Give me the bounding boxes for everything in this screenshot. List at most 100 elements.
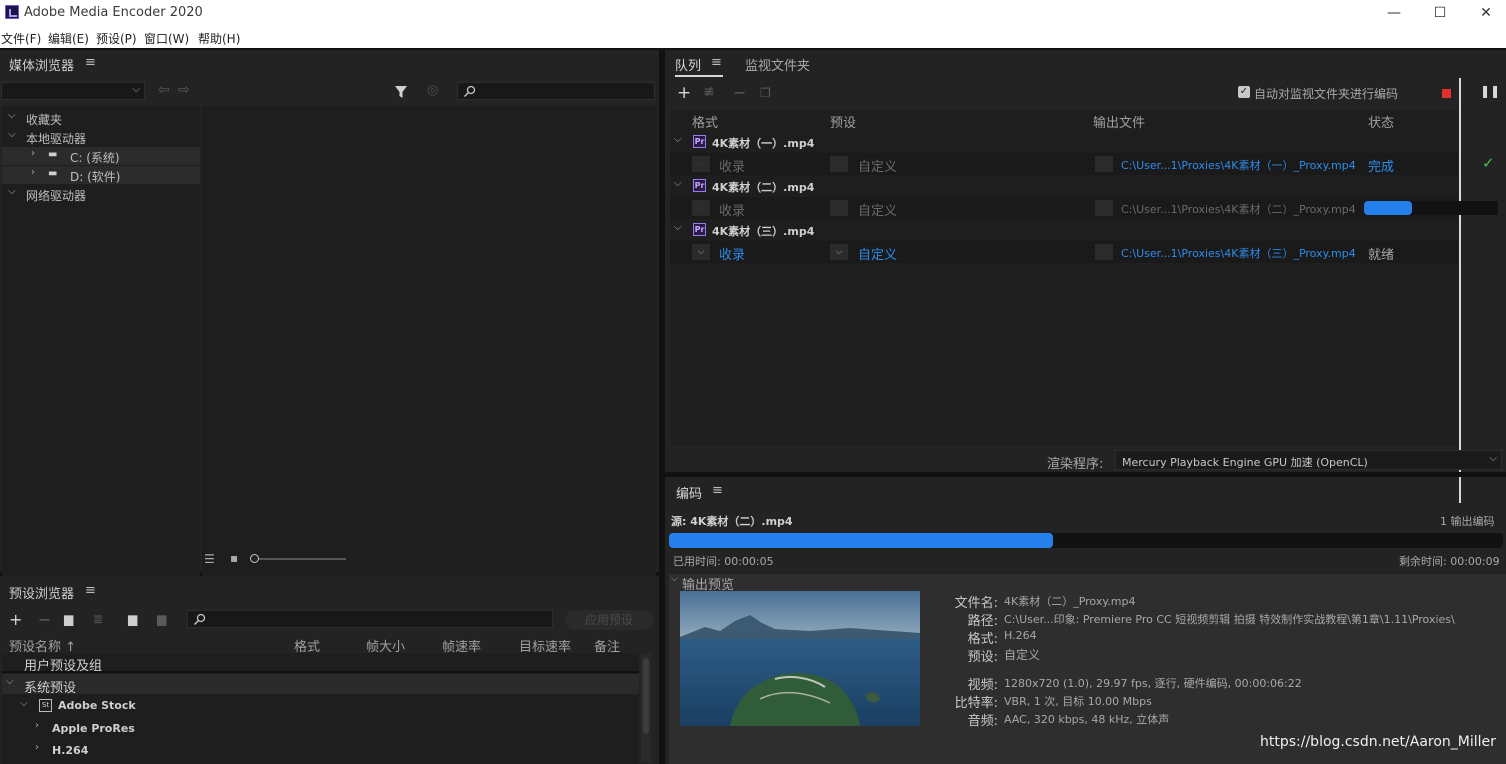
- output-dropdown[interactable]: ⌵: [1095, 244, 1113, 260]
- format-dropdown[interactable]: ⌵: [692, 156, 710, 172]
- view-icon[interactable]: ◎: [427, 83, 438, 98]
- export-icon[interactable]: ▆: [157, 612, 166, 626]
- preset-list: 用户预设及组 ⌵ 系统预设 ⌵ St Adobe Stock › Apple P…: [2, 653, 639, 764]
- scrollbar[interactable]: [641, 654, 651, 762]
- media-browser-panel: 媒体浏览器 ≡ ⌵ ⇦ ⇨ ◎ ⌵ 收藏夹 ⌵ 本地驱动器 › ▬ C: (系统…: [0, 50, 659, 596]
- queue-source-row[interactable]: ⌵ Pr 4K素材（二）.mp4: [670, 176, 1458, 196]
- filter-icon[interactable]: [394, 84, 410, 100]
- add-source-icon[interactable]: +: [677, 83, 691, 103]
- chevron-down-icon[interactable]: ⌵: [674, 178, 682, 189]
- col-output-file[interactable]: 输出文件: [1093, 112, 1145, 131]
- list-item[interactable]: 用户预设及组: [2, 653, 639, 674]
- stop-button[interactable]: [1442, 89, 1451, 98]
- chevron-down-icon[interactable]: ⌵: [674, 222, 682, 233]
- slider-handle[interactable]: [250, 554, 259, 563]
- preset-search-input[interactable]: [187, 610, 553, 628]
- queue-source-row[interactable]: ⌵ Pr 4K素材（三）.mp4: [670, 220, 1458, 240]
- list-item[interactable]: ⌵ 系统预设: [2, 674, 639, 696]
- col-format[interactable]: 格式: [692, 112, 718, 131]
- premiere-icon: Pr: [693, 223, 706, 236]
- zoom-slider[interactable]: [250, 554, 346, 563]
- search-icon: [464, 85, 476, 97]
- output-file-link[interactable]: C:\User...1\Proxies\4K素材（三）_Proxy.mp4: [1121, 245, 1356, 261]
- adobe-stock-icon: St: [39, 699, 52, 712]
- queue-output-row[interactable]: ⌵ 收录 ⌵ 自定义 ⌵ C:\User...1\Proxies\4K素材（一）…: [670, 153, 1495, 175]
- title-bar: Adobe Media Encoder 2020 — ☐ ✕: [0, 0, 1506, 27]
- elapsed-time: 已用时间: 00:00:05: [673, 555, 774, 568]
- output-file-link[interactable]: C:\User...1\Proxies\4K素材（二）_Proxy.mp4: [1121, 201, 1356, 217]
- queue-output-row[interactable]: ⌵ 收录 ⌵ 自定义 ⌵ C:\User...1\Proxies\4K素材（二）…: [670, 197, 1498, 219]
- new-group-icon[interactable]: ▆: [64, 612, 73, 626]
- output-dropdown[interactable]: ⌵: [1095, 156, 1113, 172]
- close-button[interactable]: ✕: [1463, 0, 1506, 27]
- maximize-button[interactable]: ☐: [1417, 0, 1463, 27]
- encoding-progress-bar: [669, 533, 1503, 548]
- list-item[interactable]: › H.264: [2, 740, 639, 760]
- renderer-dropdown[interactable]: Mercury Playback Engine GPU 加速 (OpenCL) …: [1115, 450, 1502, 470]
- encoding-progress-fill: [669, 533, 1053, 548]
- back-arrow-icon[interactable]: ⇦: [158, 82, 170, 98]
- preset-browser-panel: 预设浏览器 ≡ + − ▆ ≣ ▆ ▆ 应用预设 预设名称 ↑ 格式 帧大小 帧…: [0, 576, 659, 764]
- remove-icon[interactable]: −: [733, 83, 746, 102]
- app-icon: [5, 5, 19, 19]
- encoding-outputs-count: 1 输出编码: [1440, 515, 1495, 528]
- queue-output-row[interactable]: ⌵ 收录 ⌵ 自定义 ⌵ C:\User...1\Proxies\4K素材（三）…: [670, 241, 1458, 263]
- tree-item-local-drives[interactable]: ⌵ 本地驱动器: [2, 128, 200, 146]
- preset-dropdown[interactable]: ⌵: [830, 156, 848, 172]
- chevron-down-icon[interactable]: ⌵: [674, 134, 682, 145]
- queue-source-row[interactable]: ⌵ Pr 4K素材（一）.mp4: [670, 132, 1458, 152]
- panel-menu-icon[interactable]: ≡: [712, 483, 723, 498]
- col-preset[interactable]: 预设: [830, 112, 856, 131]
- search-icon: [194, 613, 206, 625]
- media-search-input[interactable]: [457, 82, 655, 100]
- tab-watch-folders[interactable]: 监视文件夹: [745, 55, 810, 74]
- queue-divider-line: [1459, 78, 1461, 472]
- menu-file[interactable]: 文件(F): [1, 30, 41, 47]
- remove-icon[interactable]: −: [38, 610, 51, 629]
- preview-thumbnail: [680, 591, 920, 726]
- list-view-icon[interactable]: ☰: [204, 552, 215, 566]
- preset-dropdown[interactable]: ⌵: [830, 244, 848, 260]
- menu-preset[interactable]: 预设(P): [96, 30, 137, 47]
- minimize-button[interactable]: —: [1371, 0, 1417, 27]
- apply-preset-button[interactable]: 应用预设: [565, 610, 653, 630]
- remaining-time: 剩余时间: 00:00:09: [1399, 555, 1500, 568]
- duplicate-icon[interactable]: ❐: [760, 86, 771, 100]
- thumbnail-view-icon[interactable]: ▪: [230, 551, 238, 565]
- encoding-title[interactable]: 编码: [676, 483, 702, 502]
- preset-settings-icon[interactable]: ≢: [703, 84, 715, 100]
- menu-window[interactable]: 窗口(W): [144, 30, 189, 47]
- output-file-link[interactable]: C:\User...1\Proxies\4K素材（一）_Proxy.mp4: [1121, 157, 1356, 173]
- pause-button[interactable]: ❚❚: [1480, 84, 1500, 98]
- tree-item-drive-d[interactable]: › ▬ D: (软件): [2, 166, 200, 184]
- settings-icon[interactable]: ≣: [93, 612, 103, 626]
- import-icon[interactable]: ▆: [128, 612, 137, 626]
- format-dropdown[interactable]: ⌵: [692, 244, 710, 260]
- list-item[interactable]: › Apple ProRes: [2, 718, 639, 738]
- output-dropdown[interactable]: ⌵: [1095, 200, 1113, 216]
- preset-dropdown[interactable]: ⌵: [830, 200, 848, 216]
- menu-edit[interactable]: 编辑(E): [48, 30, 89, 47]
- auto-encode-checkbox[interactable]: ✓: [1238, 86, 1250, 98]
- panel-menu-icon[interactable]: ≡: [85, 55, 96, 70]
- forward-arrow-icon[interactable]: ⇨: [178, 82, 190, 98]
- media-content-area: [202, 106, 656, 596]
- encoding-divider-line: [1459, 477, 1461, 503]
- tree-item-drive-c[interactable]: › ▬ C: (系统): [2, 147, 200, 165]
- col-status[interactable]: 状态: [1368, 112, 1394, 131]
- format-dropdown[interactable]: ⌵: [692, 200, 710, 216]
- list-item[interactable]: ⌵ St Adobe Stock: [2, 696, 639, 716]
- tree-item-favorites[interactable]: ⌵ 收藏夹: [2, 109, 200, 127]
- drive-icon: ▬: [48, 168, 58, 179]
- panel-menu-icon[interactable]: ≡: [711, 55, 722, 70]
- chevron-down-icon[interactable]: ⌵: [671, 574, 678, 584]
- tree-item-network-drives[interactable]: ⌵ 网络驱动器: [2, 185, 200, 203]
- location-dropdown[interactable]: ⌵: [1, 82, 145, 100]
- chevron-down-icon: ⌵: [1489, 453, 1497, 464]
- add-icon[interactable]: +: [9, 610, 22, 629]
- panel-menu-icon[interactable]: ≡: [85, 583, 96, 598]
- encoding-panel: 编码 ≡ 源: 4K素材（二）.mp4 1 输出编码 已用时间: 00:00:0…: [665, 477, 1506, 764]
- window-title: Adobe Media Encoder 2020: [24, 5, 203, 20]
- auto-encode-label: 自动对监视文件夹进行编码: [1254, 87, 1399, 101]
- menu-help[interactable]: 帮助(H): [198, 30, 240, 47]
